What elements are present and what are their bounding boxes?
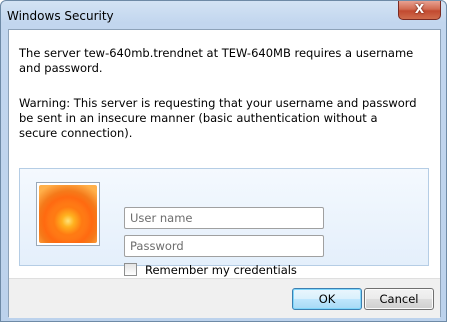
dialog-body: The server tew-640mb.trendnet at TEW-640…	[8, 29, 441, 318]
password-input[interactable]	[124, 235, 324, 257]
remember-credentials-row[interactable]: Remember my credentials	[124, 263, 297, 279]
flower-user-tile-icon	[39, 185, 97, 243]
title-bar[interactable]: Windows Security X	[1, 1, 446, 29]
button-bar: OK Cancel	[9, 278, 440, 318]
username-input[interactable]	[124, 207, 324, 229]
ok-button[interactable]: OK	[292, 288, 362, 310]
windows-security-dialog: Windows Security X The server tew-640mb.…	[0, 0, 447, 322]
remember-checkbox[interactable]	[124, 263, 137, 276]
close-button[interactable]: X	[398, 1, 441, 20]
server-message: The server tew-640mb.trendnet at TEW-640…	[19, 46, 414, 75]
remember-label: Remember my credentials	[145, 263, 297, 277]
window-title: Windows Security	[7, 9, 114, 23]
cancel-button[interactable]: Cancel	[364, 288, 434, 310]
credential-tile: Remember my credentials	[19, 168, 429, 277]
warning-message: Warning: This server is requesting that …	[19, 96, 417, 140]
user-avatar	[36, 182, 100, 246]
